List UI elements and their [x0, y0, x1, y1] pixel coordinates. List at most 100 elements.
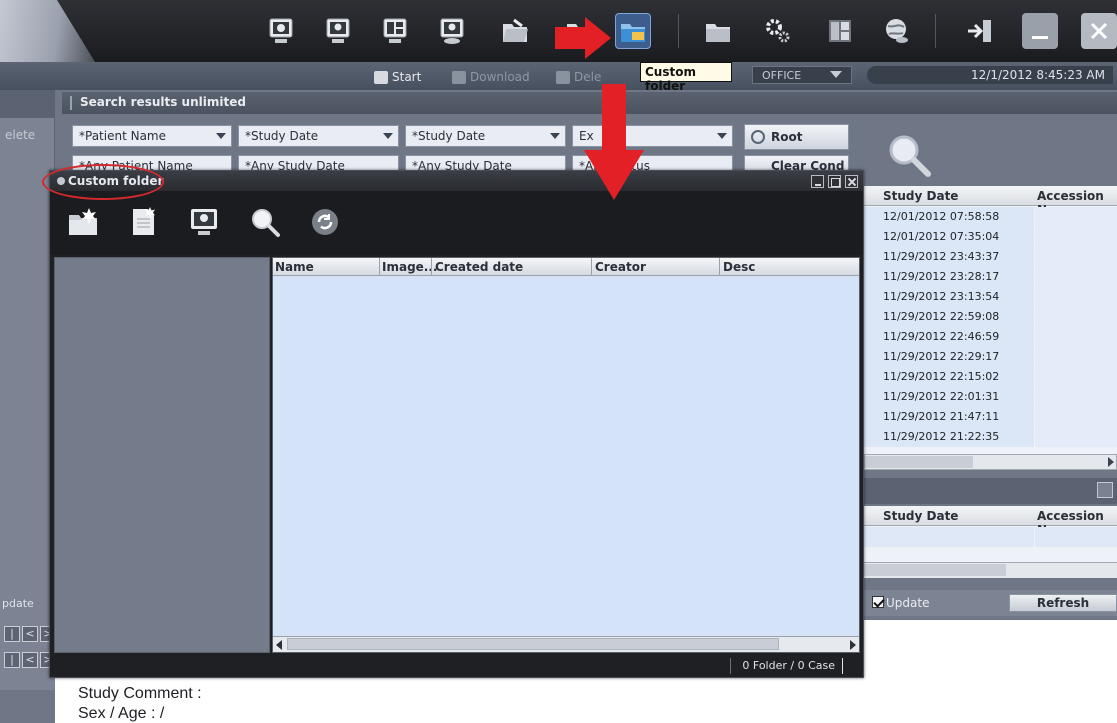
dialog-titlebar[interactable]: Custom folder: [50, 171, 863, 191]
table-row[interactable]: 11/29/2012 22:15:02: [864, 367, 1117, 387]
close-icon[interactable]: [1081, 13, 1117, 49]
panel-button[interactable]: [1097, 482, 1113, 498]
scroll-thumb[interactable]: [287, 638, 779, 650]
col-image[interactable]: Image...: [382, 260, 437, 274]
col-study-date[interactable]: Study Date: [883, 189, 958, 203]
filter-label: *Study Date: [412, 129, 486, 143]
series-panel-header: [864, 478, 1117, 504]
search-icon[interactable]: [887, 133, 933, 183]
refresh-icon[interactable]: [308, 205, 342, 239]
download-label: Download: [470, 70, 530, 84]
scroll-thumb[interactable]: [865, 456, 973, 468]
minimize-icon[interactable]: [811, 175, 824, 188]
chevron-down-icon[interactable]: [378, 126, 398, 146]
any-study-date-filter[interactable]: *Any Study Date: [238, 155, 399, 171]
prev-icon[interactable]: <: [22, 652, 38, 668]
toolbar-separator: [935, 14, 936, 48]
location-value: OFFICE: [762, 69, 802, 82]
table-row[interactable]: 11/29/2012 22:46:59: [864, 327, 1117, 347]
table-row[interactable]: 12/01/2012 07:58:58: [864, 207, 1117, 227]
custom-folder-icon[interactable]: [615, 13, 651, 49]
download-button[interactable]: Download: [452, 70, 530, 84]
column-divider: [719, 258, 720, 276]
delete-button[interactable]: Dele: [556, 70, 601, 84]
accession-cell: [1035, 387, 1117, 407]
open-folder-icon[interactable]: [497, 13, 533, 49]
nav-first-button[interactable]: |: [4, 652, 20, 668]
update-checkbox[interactable]: [872, 596, 884, 608]
refresh-button[interactable]: Refresh: [1009, 594, 1117, 612]
folder-icon[interactable]: [561, 13, 597, 49]
col-name[interactable]: Name: [275, 260, 314, 274]
settings-icon[interactable]: [760, 13, 796, 49]
left-panel-header: [0, 90, 55, 118]
table-row[interactable]: 11/29/2012 22:01:31: [864, 387, 1117, 407]
datetime-display: 12/1/2012 8:45:23 AM: [867, 66, 1113, 84]
chevron-down-icon[interactable]: [712, 126, 732, 146]
table-row[interactable]: 11/29/2012 23:13:54: [864, 287, 1117, 307]
study-date-filter[interactable]: *Study Date: [238, 125, 399, 147]
results-hscrollbar[interactable]: [864, 454, 1117, 470]
any-status-filter[interactable]: *Any Status: [572, 155, 733, 171]
table-row[interactable]: 12/01/2012 07:35:04: [864, 227, 1117, 247]
logout-icon[interactable]: [962, 13, 998, 49]
exam-filter[interactable]: Ex: [572, 125, 733, 147]
viewer-icon[interactable]: [320, 13, 356, 49]
study-date-cell: 11/29/2012 21:22:35: [864, 427, 1034, 447]
chevron-right-icon[interactable]: [850, 640, 856, 650]
col-study-date[interactable]: Study Date: [883, 509, 958, 523]
prev-icon[interactable]: <: [22, 626, 38, 642]
study-date-cell: 11/29/2012 21:47:11: [864, 407, 1034, 427]
table-row[interactable]: 11/29/2012 23:43:37: [864, 247, 1117, 267]
globe-icon[interactable]: [879, 13, 915, 49]
study-date-cell: 11/29/2012 23:43:37: [864, 247, 1034, 267]
column-divider: [379, 258, 380, 276]
table-row[interactable]: 11/29/2012 22:29:17: [864, 347, 1117, 367]
table-row[interactable]: 11/29/2012 23:28:17: [864, 267, 1117, 287]
maximize-icon[interactable]: [828, 175, 841, 188]
folder-icon[interactable]: [700, 13, 736, 49]
table-row[interactable]: 11/29/2012 21:47:11: [864, 407, 1117, 427]
chevron-down-icon[interactable]: [211, 126, 231, 146]
chevron-right-icon[interactable]: [1108, 457, 1114, 467]
custom-folder-dialog: Custom folder Name Image... Created date: [49, 170, 864, 678]
nav-first-button[interactable]: |: [4, 626, 20, 642]
folder-tree[interactable]: [54, 257, 270, 653]
col-creator[interactable]: Creator: [595, 260, 646, 274]
search-results-header: Search results unlimited: [62, 92, 1117, 114]
highlight-ellipse: [42, 164, 164, 200]
chevron-left-icon[interactable]: [276, 640, 282, 650]
location-select[interactable]: OFFICE: [752, 66, 852, 84]
accession-cell: [1035, 247, 1117, 267]
user-monitor-icon[interactable]: [434, 13, 470, 49]
any-study-date-filter-2[interactable]: *Any Study Date: [405, 155, 566, 171]
study-date-filter-2[interactable]: *Study Date: [405, 125, 566, 147]
series-hscrollbar[interactable]: [864, 562, 1117, 578]
root-button[interactable]: Root: [744, 124, 849, 150]
accession-cell: [1035, 307, 1117, 327]
col-created-date[interactable]: Created date: [435, 260, 523, 274]
search-icon[interactable]: [248, 205, 282, 239]
study-date-cell: 11/29/2012 23:13:54: [864, 287, 1034, 307]
start-button[interactable]: Start: [374, 70, 421, 84]
panels-icon[interactable]: [822, 13, 858, 49]
col-desc[interactable]: Desc: [723, 260, 755, 274]
new-document-icon[interactable]: [126, 205, 160, 239]
scroll-thumb[interactable]: [864, 564, 1006, 576]
study-date-cell: 12/01/2012 07:35:04: [864, 227, 1034, 247]
monitor-icon[interactable]: [187, 205, 221, 239]
new-folder-icon[interactable]: [66, 205, 100, 239]
table-row[interactable]: 11/29/2012 21:22:35: [864, 427, 1117, 447]
layout-icon[interactable]: [377, 13, 413, 49]
monitor-icon[interactable]: [263, 13, 299, 49]
start-icon: [374, 70, 388, 84]
patient-name-filter[interactable]: *Patient Name: [72, 125, 232, 147]
minimize-icon[interactable]: [1022, 13, 1058, 49]
folder-hscrollbar[interactable]: [273, 636, 859, 652]
table-row[interactable]: 11/29/2012 22:59:08: [864, 307, 1117, 327]
close-icon[interactable]: [845, 175, 858, 188]
table-row[interactable]: [864, 527, 1117, 547]
toolbar-corner: [0, 0, 95, 62]
left-delete-label[interactable]: elete: [5, 128, 35, 142]
chevron-down-icon[interactable]: [545, 126, 565, 146]
